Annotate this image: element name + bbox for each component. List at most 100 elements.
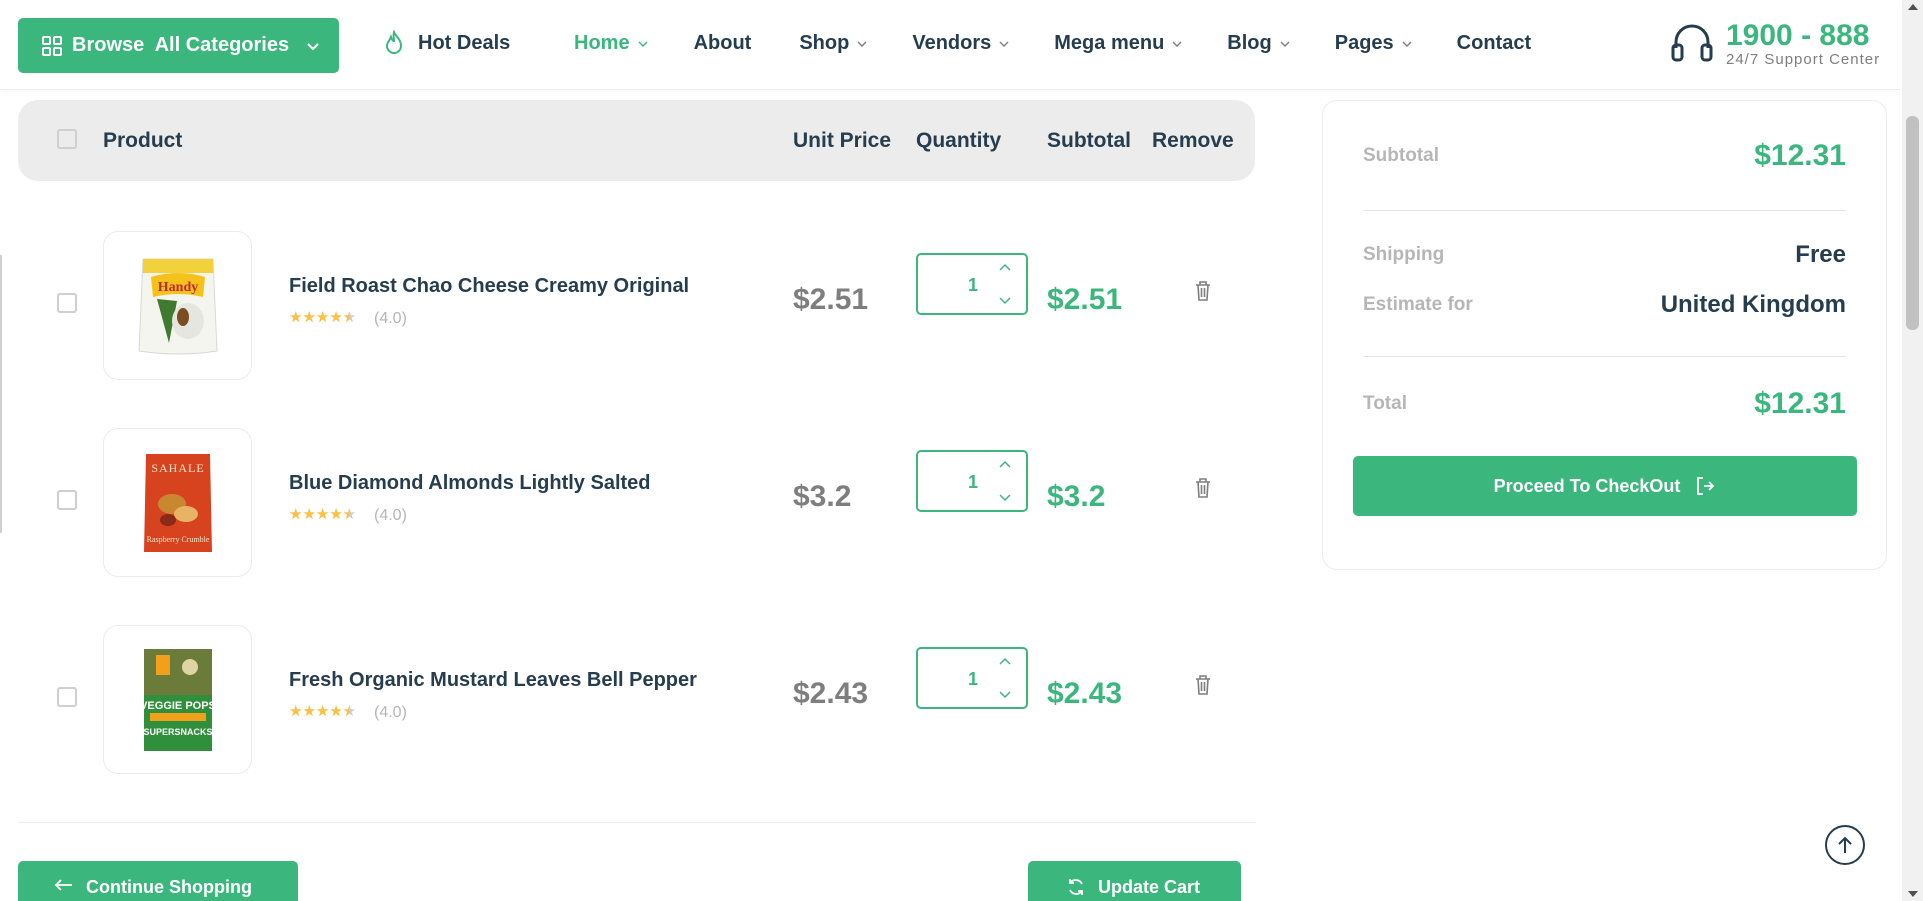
svg-text:Handy: Handy — [157, 280, 197, 295]
sign-out-icon — [1697, 477, 1715, 495]
chevron-down-icon[interactable] — [998, 293, 1012, 307]
product-name[interactable]: Fresh Organic Mustard Leaves Bell Pepper — [289, 669, 697, 692]
row-subtotal: $3.2 — [1047, 480, 1106, 513]
cart-row: SAHALE Raspberry Crumble Blue Diamond Al… — [18, 428, 1255, 578]
quantity-stepper[interactable]: 1 — [916, 647, 1028, 709]
star-rating-icon: ★★★★★★★★★★ — [289, 309, 357, 326]
scroll-thumb[interactable] — [1906, 116, 1919, 330]
star-rating-icon: ★★★★★★★★★★ — [289, 506, 357, 523]
nav-item-shop[interactable]: Shop — [799, 32, 867, 55]
chevron-up-icon[interactable] — [998, 458, 1012, 472]
row-checkbox[interactable] — [57, 687, 77, 707]
nav-item-contact[interactable]: Contact — [1457, 32, 1531, 55]
chevron-down-icon[interactable] — [998, 687, 1012, 701]
summary-total: Total $12.31 — [1363, 387, 1846, 421]
browse-categories-button[interactable]: Browse All Categories — [18, 18, 339, 73]
support-center: 1900 - 888 24/7 Support Center — [1668, 20, 1880, 68]
svg-text:Raspberry Crumble: Raspberry Crumble — [146, 535, 209, 544]
rating-value: (4.0) — [374, 310, 407, 327]
continue-shopping-button[interactable]: Continue Shopping — [18, 861, 298, 901]
rating-value: (4.0) — [374, 704, 407, 721]
quantity-stepper[interactable]: 1 — [916, 253, 1028, 315]
scroll-up-arrow-icon[interactable] — [1908, 4, 1918, 10]
nav-label: Shop — [799, 32, 850, 54]
column-product: Product — [103, 129, 183, 152]
trash-icon[interactable] — [1194, 280, 1212, 302]
hot-deals-link[interactable]: Hot Deals — [382, 30, 510, 56]
summary-shipping-label: Shipping — [1363, 244, 1445, 265]
nav-item-pages[interactable]: Pages — [1335, 32, 1412, 55]
product-thumbnail[interactable]: SAHALE Raspberry Crumble — [103, 428, 252, 577]
svg-text:SAHALE: SAHALE — [151, 461, 204, 475]
chevron-up-icon[interactable] — [998, 261, 1012, 275]
rating-value: (4.0) — [374, 507, 407, 524]
browse-label: Browse All Categories — [72, 34, 290, 56]
row-checkbox[interactable] — [57, 293, 77, 313]
select-all-checkbox[interactable] — [57, 129, 77, 149]
header-bar: Browse All Categories Hot Deals Home Abo… — [0, 0, 1900, 90]
chevron-down-icon — [1280, 41, 1290, 47]
chevron-down-icon — [1172, 41, 1182, 47]
nav-label: Blog — [1227, 32, 1272, 54]
checkout-label: Proceed To CheckOut — [1493, 475, 1681, 496]
nav-item-vendors[interactable]: Vendors — [912, 32, 1009, 55]
chevron-down-icon — [1402, 41, 1412, 47]
unit-price: $3.2 — [793, 480, 852, 513]
row-subtotal: $2.43 — [1047, 677, 1123, 710]
chevron-down-icon[interactable] — [998, 490, 1012, 504]
headset-icon — [1671, 24, 1713, 62]
nav-item-mega-menu[interactable]: Mega menu — [1054, 32, 1182, 55]
quantity-stepper[interactable]: 1 — [916, 450, 1028, 512]
row-subtotal: $2.51 — [1047, 283, 1123, 316]
summary-total-value: $12.31 — [1754, 387, 1846, 420]
cart-table-header: Product Unit Price Quantity Subtotal Rem… — [18, 100, 1255, 181]
product-name[interactable]: Field Roast Chao Cheese Creamy Original — [289, 275, 689, 298]
continue-shopping-label: Continue Shopping — [86, 876, 252, 897]
back-to-top-button[interactable] — [1825, 825, 1865, 865]
product-thumbnail[interactable]: Handy — [103, 231, 252, 380]
page-scrollbar[interactable] — [1902, 0, 1923, 901]
arrow-left-icon — [54, 879, 72, 891]
arrow-up-icon — [1838, 836, 1852, 853]
product-rating: ★★★★★★★★★★ (4.0) — [289, 309, 407, 328]
trash-icon[interactable] — [1194, 477, 1212, 499]
summary-shipping: Shipping Free — [1363, 241, 1846, 269]
summary-divider — [1363, 356, 1846, 357]
product-rating: ★★★★★★★★★★ (4.0) — [289, 506, 407, 525]
left-edge-line — [0, 255, 2, 533]
scroll-down-arrow-icon[interactable] — [1908, 891, 1918, 897]
update-cart-label: Update Cart — [1098, 876, 1201, 897]
product-thumbnail[interactable]: VEGGIE POPS SUPERSNACKS — [103, 625, 252, 774]
unit-price: $2.51 — [793, 283, 869, 316]
nav-item-blog[interactable]: Blog — [1227, 32, 1290, 55]
chevron-down-icon — [857, 41, 867, 47]
flame-icon — [385, 30, 403, 54]
chevron-down-icon — [999, 41, 1009, 47]
nav-label: About — [693, 32, 752, 54]
proceed-to-checkout-button[interactable]: Proceed To CheckOut — [1353, 456, 1857, 516]
quantity-value[interactable]: 1 — [968, 669, 978, 690]
row-checkbox[interactable] — [57, 490, 77, 510]
cart-row: Handy Field Roast Chao Cheese Creamy Ori… — [18, 231, 1255, 381]
nav-item-home[interactable]: Home — [574, 32, 648, 55]
svg-text:SUPERSNACKS: SUPERSNACKS — [143, 727, 212, 737]
quantity-value[interactable]: 1 — [968, 472, 978, 493]
snack-bag-icon: VEGGIE POPS SUPERSNACKS — [140, 648, 216, 751]
product-name[interactable]: Blue Diamond Almonds Lightly Salted — [289, 472, 651, 495]
column-subtotal: Subtotal — [1047, 129, 1131, 152]
nav-item-about[interactable]: About — [694, 32, 752, 55]
chevron-down-icon — [307, 42, 319, 50]
summary-shipping-value: Free — [1795, 241, 1846, 268]
nav-label: Pages — [1334, 32, 1394, 54]
quantity-value[interactable]: 1 — [968, 275, 978, 296]
snack-bag-icon: Handy — [137, 258, 218, 354]
star-rating-icon: ★★★★★★★★★★ — [289, 703, 357, 720]
summary-estimate: Estimate for United Kingdom — [1363, 291, 1846, 319]
chevron-down-icon — [638, 41, 648, 47]
nav-label: Contact — [1456, 32, 1532, 54]
svg-text:VEGGIE POPS: VEGGIE POPS — [140, 700, 216, 712]
trash-icon[interactable] — [1194, 674, 1212, 696]
chevron-up-icon[interactable] — [998, 655, 1012, 669]
summary-subtotal: Subtotal $12.31 — [1363, 139, 1846, 173]
update-cart-button[interactable]: Update Cart — [1028, 861, 1241, 901]
